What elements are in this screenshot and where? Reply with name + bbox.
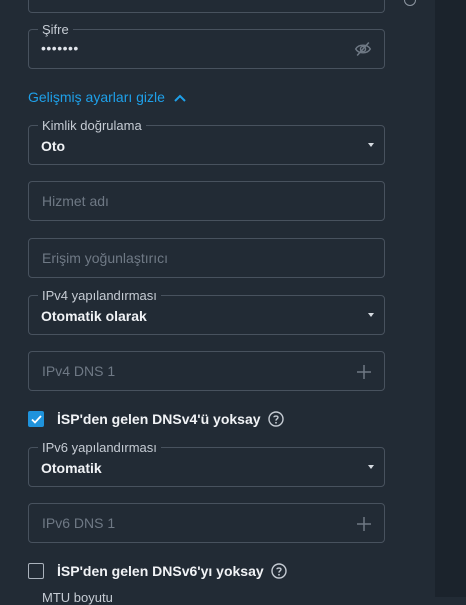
ignore-dnsv6-label: İSP'den gelen DNSv6'yı yoksay — [57, 563, 264, 579]
ignore-dnsv6-checkbox[interactable] — [28, 563, 44, 579]
advanced-settings-label: Gelişmiş ayarları gizle — [28, 89, 165, 105]
access-concentrator-placeholder: Erişim yoğunlaştırıcı — [42, 250, 169, 266]
ipv6-config-value: Otomatik — [41, 460, 102, 476]
mtu-label: MTU boyutu — [42, 590, 113, 605]
password-label: Şifre — [38, 22, 73, 37]
ipv6-config-label: IPv6 yapılandırması — [38, 440, 161, 455]
ipv4-dns-input[interactable]: IPv4 DNS 1 — [28, 351, 385, 391]
ipv4-dns-placeholder: IPv4 DNS 1 — [42, 363, 116, 379]
scroll-strip — [435, 0, 466, 597]
ignore-dnsv4-row: İSP'den gelen DNSv4'ü yoksay — [28, 410, 284, 428]
ipv4-config-value: Otomatik olarak — [41, 308, 147, 324]
caret-down-icon — [368, 313, 374, 317]
ignore-dnsv4-checkbox[interactable] — [28, 411, 44, 427]
service-name-placeholder: Hizmet adı — [42, 193, 109, 209]
ipv4-config-select[interactable]: IPv4 yapılandırması Otomatik olarak — [28, 288, 385, 335]
chevron-up-icon — [174, 94, 186, 103]
access-concentrator-input[interactable]: Erişim yoğunlaştırıcı — [28, 238, 385, 278]
service-name-input[interactable]: Hizmet adı — [28, 181, 385, 221]
password-field[interactable]: Şifre ••••••• — [28, 22, 385, 69]
caret-down-icon — [368, 465, 374, 469]
plus-icon[interactable] — [356, 516, 372, 532]
auth-select[interactable]: Kimlik doğrulama Oto — [28, 118, 385, 165]
help-icon[interactable] — [267, 411, 284, 427]
ipv6-dns-placeholder: IPv6 DNS 1 — [42, 515, 116, 531]
username-field[interactable] — [28, 0, 385, 13]
ignore-dnsv6-row: İSP'den gelen DNSv6'yı yoksay — [28, 562, 287, 580]
password-value: ••••••• — [41, 40, 79, 56]
check-icon — [30, 414, 42, 424]
ipv6-dns-input[interactable]: IPv6 DNS 1 — [28, 503, 385, 543]
auth-label: Kimlik doğrulama — [38, 118, 146, 133]
ipv6-config-select[interactable]: IPv6 yapılandırması Otomatik — [28, 440, 385, 487]
ignore-dnsv4-label: İSP'den gelen DNSv4'ü yoksay — [57, 411, 261, 427]
auth-value: Oto — [41, 138, 66, 154]
advanced-settings-toggle[interactable]: Gelişmiş ayarları gizle — [28, 89, 186, 105]
eye-off-icon[interactable] — [354, 41, 372, 57]
help-icon[interactable] — [270, 563, 287, 579]
plus-icon[interactable] — [356, 364, 372, 380]
help-icon[interactable] — [404, 0, 416, 6]
caret-down-icon — [368, 143, 374, 147]
ipv4-config-label: IPv4 yapılandırması — [38, 288, 161, 303]
